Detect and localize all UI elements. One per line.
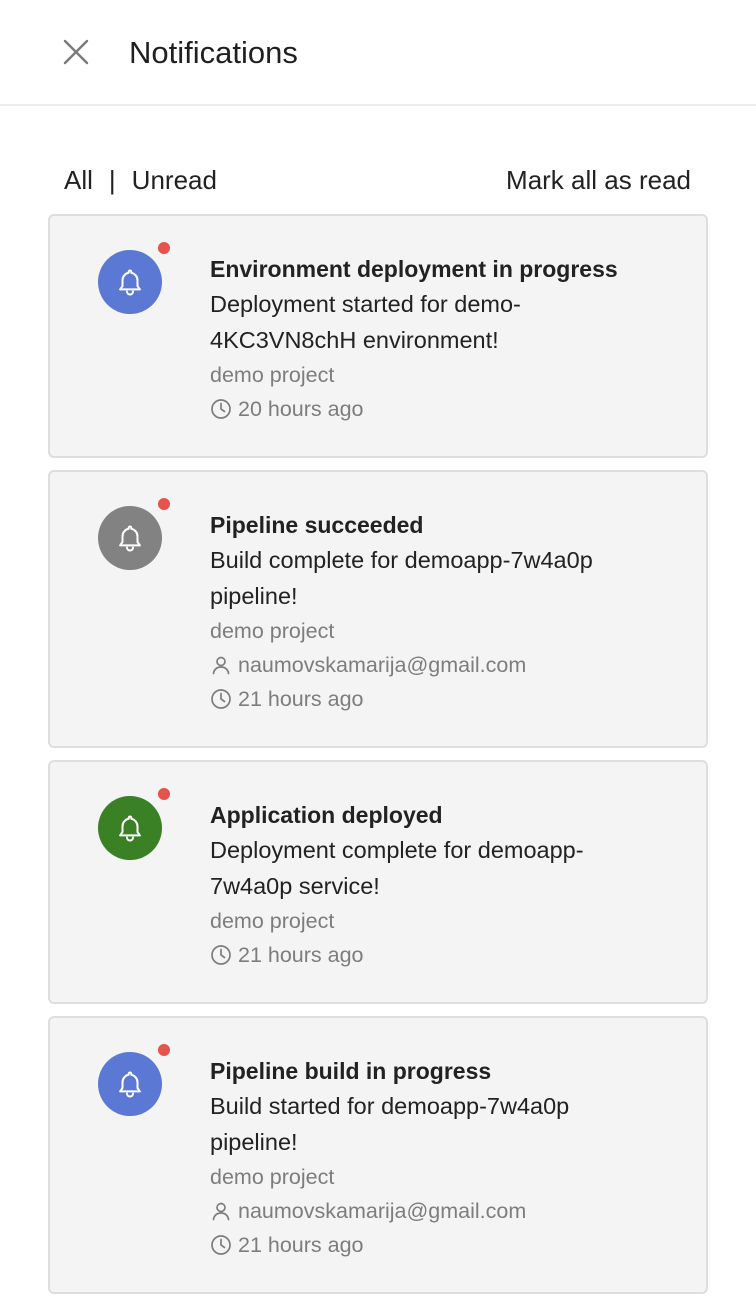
unread-dot xyxy=(158,498,170,510)
time-label: 21 hours ago xyxy=(238,687,364,711)
user-email: naumovskamarija@gmail.com xyxy=(238,653,527,677)
notification-time: 20 hours ago xyxy=(210,392,676,426)
clock-icon xyxy=(211,689,231,709)
notification-card[interactable]: Application deployed Deployment complete… xyxy=(48,760,708,1004)
close-button[interactable] xyxy=(58,34,94,70)
notification-message-line: Build started for demoapp-7w4a0p xyxy=(210,1093,570,1119)
notification-time: 21 hours ago xyxy=(210,1228,676,1262)
notification-message-line: 4KC3VN8chH environment! xyxy=(210,327,499,353)
notification-project: demo project xyxy=(210,904,676,938)
notification-avatar xyxy=(98,506,162,570)
notification-title: Application deployed xyxy=(210,802,443,828)
notification-time: 21 hours ago xyxy=(210,682,676,716)
unread-dot xyxy=(158,1044,170,1056)
notification-card[interactable]: Pipeline build in progress Build started… xyxy=(48,1016,708,1294)
notification-card[interactable]: Pipeline succeeded Build complete for de… xyxy=(48,470,708,748)
bell-icon xyxy=(119,269,141,296)
time-label: 21 hours ago xyxy=(238,943,364,967)
notification-message-line: Build complete for demoapp-7w4a0p xyxy=(210,547,593,573)
notification-title: Pipeline succeeded xyxy=(210,512,424,538)
bell-icon xyxy=(119,1071,141,1098)
clock-icon xyxy=(211,399,231,419)
notification-time: 21 hours ago xyxy=(210,938,676,972)
bell-icon xyxy=(119,525,141,552)
bell-icon xyxy=(119,815,141,842)
notification-message-line: 7w4a0p service! xyxy=(210,873,380,899)
filter-all-link[interactable]: All xyxy=(64,160,93,200)
page-title: Notifications xyxy=(129,35,298,70)
project-name: demo project xyxy=(210,363,335,387)
unread-dot xyxy=(158,242,170,254)
notification-avatar xyxy=(98,250,162,314)
mark-all-read-link[interactable]: Mark all as read xyxy=(506,160,691,200)
notification-message-line: pipeline! xyxy=(210,583,298,609)
notification-message-line: pipeline! xyxy=(210,1129,298,1155)
time-label: 21 hours ago xyxy=(238,1233,364,1257)
notification-project: demo project xyxy=(210,614,676,648)
header: Notifications xyxy=(0,0,756,106)
clock-icon xyxy=(211,945,231,965)
filter-unread-link[interactable]: Unread xyxy=(132,160,217,200)
notification-project: demo project xyxy=(210,1160,676,1194)
time-label: 20 hours ago xyxy=(238,397,364,421)
notification-avatar xyxy=(98,796,162,860)
notification-user: naumovskamarija@gmail.com xyxy=(210,648,676,682)
notification-avatar xyxy=(98,1052,162,1116)
user-icon xyxy=(212,656,230,675)
notification-project: demo project xyxy=(210,358,676,392)
notification-list: Environment deployment in progress Deplo… xyxy=(48,214,708,1306)
notification-filters: All | Unread xyxy=(64,160,217,200)
user-icon xyxy=(212,1202,230,1221)
clock-icon xyxy=(211,1235,231,1255)
notification-card[interactable]: Environment deployment in progress Deplo… xyxy=(48,214,708,458)
user-email: naumovskamarija@gmail.com xyxy=(238,1199,527,1223)
close-icon xyxy=(63,39,89,65)
notification-message-line: Deployment started for demo- xyxy=(210,291,521,317)
project-name: demo project xyxy=(210,909,335,933)
project-name: demo project xyxy=(210,1165,335,1189)
notification-user: naumovskamarija@gmail.com xyxy=(210,1194,676,1228)
unread-dot xyxy=(158,788,170,800)
notification-message-line: Deployment complete for demoapp- xyxy=(210,837,584,863)
filter-separator: | xyxy=(108,165,116,195)
notification-title: Pipeline build in progress xyxy=(210,1058,492,1084)
project-name: demo project xyxy=(210,619,335,643)
notification-title: Environment deployment in progress xyxy=(210,256,618,282)
